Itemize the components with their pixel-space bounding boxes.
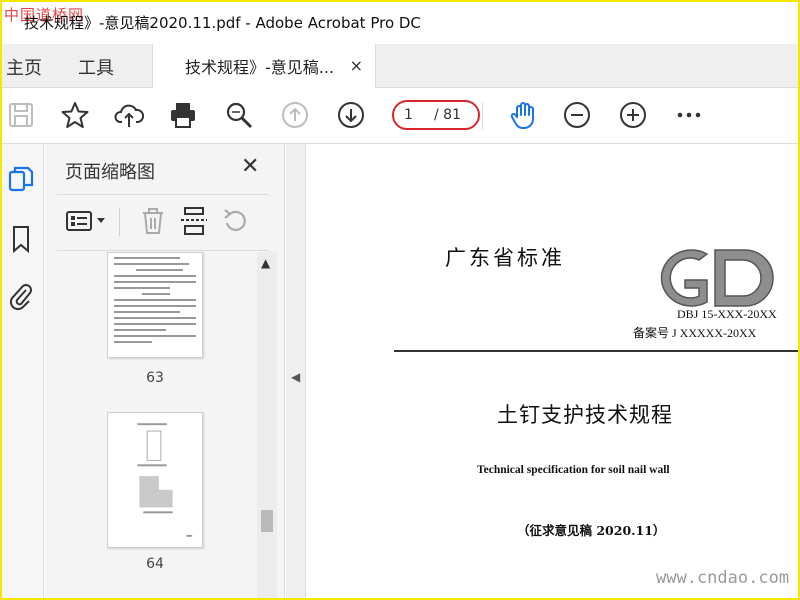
- zoom-in-icon[interactable]: [618, 100, 648, 130]
- zoom-search-icon[interactable]: [224, 100, 254, 130]
- attachment-icon[interactable]: [8, 280, 34, 311]
- tab-tools[interactable]: 工具: [78, 54, 114, 80]
- close-panel-button[interactable]: ✕: [241, 154, 259, 179]
- upload-icon[interactable]: [114, 100, 145, 130]
- thumbnail-figure: [137, 423, 193, 537]
- thumbnail-label-64: 64: [146, 556, 164, 572]
- thumbnail-toolbar: [45, 202, 284, 242]
- panel-divider: [57, 194, 269, 195]
- document-view[interactable]: 广东省标准 GD DBJ 15-XXX-20XX 备案号 J XXXXX-20X…: [307, 144, 798, 598]
- thumbnail-label-63: 63: [146, 370, 164, 386]
- collapse-panel-icon[interactable]: ◀: [291, 370, 300, 384]
- thumbnail-page-64[interactable]: [107, 412, 203, 548]
- total-pages-label: / 81: [434, 107, 461, 123]
- save-icon[interactable]: [6, 100, 36, 130]
- thumbnail-panel-title: 页面缩略图: [65, 162, 155, 183]
- gd-logo-text: GD: [649, 244, 651, 245]
- panel-collapse-strip: ◀: [286, 144, 306, 598]
- gd-logo: GD: [649, 244, 774, 307]
- scroll-up-arrow-icon[interactable]: ▲: [261, 256, 270, 270]
- bookmark-star-icon[interactable]: [60, 100, 90, 130]
- rotate-icon[interactable]: [219, 206, 251, 236]
- print-icon[interactable]: [168, 100, 198, 130]
- standard-code: DBJ 15-XXX-20XX: [677, 307, 777, 321]
- title-bar: 中国道桥网 技术规程》-意见稿2020.11.pdf - Adobe Acrob…: [2, 2, 798, 44]
- page-navigator: / 81: [392, 100, 480, 130]
- scroll-thumb[interactable]: [261, 510, 273, 532]
- draft-note: （征求意见稿 2020.11）: [517, 523, 666, 538]
- document-tab-label: 技术规程》-意见稿...: [185, 58, 335, 77]
- thumbnail-page-63[interactable]: [107, 252, 203, 358]
- tab-home[interactable]: 主页: [6, 54, 42, 80]
- more-icon[interactable]: [674, 100, 704, 130]
- tab-document[interactable]: 技术规程》-意见稿... ×: [152, 44, 376, 88]
- document-title-cn: 土钉支护技术规程: [497, 403, 673, 427]
- delete-icon[interactable]: [137, 206, 169, 236]
- thumbnail-toolbar-divider: [119, 208, 120, 236]
- page-up-icon[interactable]: [280, 100, 310, 130]
- panel-divider-2: [57, 250, 269, 251]
- pages-icon[interactable]: [8, 164, 34, 194]
- extract-icon[interactable]: [179, 206, 211, 236]
- bookmark-icon[interactable]: [8, 224, 34, 254]
- tab-bar: 主页 工具 技术规程》-意见稿... ×: [2, 44, 798, 88]
- window-title: 技术规程》-意见稿2020.11.pdf - Adobe Acrobat Pro…: [24, 14, 421, 32]
- document-title-en: Technical specification for soil nail wa…: [477, 464, 670, 476]
- close-tab-button[interactable]: ×: [350, 56, 363, 75]
- header-rule: [394, 350, 798, 352]
- options-icon[interactable]: [65, 206, 109, 236]
- watermark-url: www.cndao.com: [656, 568, 790, 588]
- zoom-out-icon[interactable]: [562, 100, 592, 130]
- acrobat-window: 中国道桥网 技术规程》-意见稿2020.11.pdf - Adobe Acrob…: [2, 2, 798, 598]
- thumbnail-panel: 页面缩略图 ✕ 63 64 ▲: [45, 144, 285, 598]
- page-down-icon[interactable]: [336, 100, 366, 130]
- toolbar: / 81: [2, 88, 798, 144]
- thumbnail-scrollbar[interactable]: ▲: [257, 252, 277, 598]
- toolbar-divider: [482, 102, 483, 130]
- current-page-input[interactable]: [404, 105, 430, 125]
- thumbnail-list: 63 64: [45, 252, 255, 598]
- record-number: 备案号 J XXXXX-20XX: [633, 326, 757, 340]
- hand-tool-icon[interactable]: [508, 100, 538, 130]
- standard-heading: 广东省标准: [445, 246, 565, 270]
- left-rail: [2, 144, 44, 598]
